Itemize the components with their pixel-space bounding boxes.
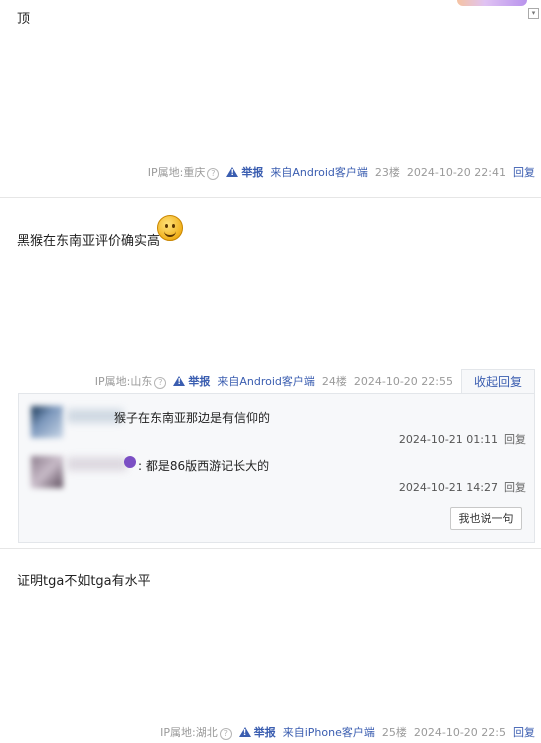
help-icon[interactable]: ? (219, 728, 232, 740)
collapse-replies-button[interactable]: 收起回复 (461, 369, 535, 395)
username-blurred[interactable] (67, 457, 127, 471)
reply-time: 2024-10-21 14:27 回复 (398, 481, 526, 494)
post-divider (0, 548, 541, 549)
report-button[interactable]: 举报 (173, 373, 210, 389)
post-meta: IP属地:山东? 举报 来自Android客户端 24楼 2024-10-20 … (95, 372, 453, 390)
reply-button[interactable]: 回复 (504, 433, 526, 446)
floor-number: 25楼 (381, 726, 407, 739)
post-content: 顶 (17, 12, 31, 27)
help-icon[interactable]: ? (207, 168, 220, 180)
chevron-down-icon[interactable]: ▾ (528, 8, 539, 19)
post-content: 证明tga不如tga有水平 (17, 574, 151, 589)
post-divider (0, 197, 541, 198)
client-link[interactable]: 来自Android客户端 (270, 164, 368, 180)
devil-emoji-icon (124, 456, 136, 468)
top-banner-decoration (457, 0, 527, 6)
list-item: 猴子在东南亚那边是有信仰的 2024-10-21 01:11 回复 (31, 406, 526, 446)
avatar[interactable] (31, 406, 63, 438)
avatar[interactable] (31, 456, 63, 488)
post-time: 2024-10-20 22:5 (413, 725, 506, 739)
help-icon[interactable]: ? (154, 377, 167, 389)
floor-number: 23楼 (374, 166, 400, 179)
post-time: 2024-10-20 22:41 (406, 165, 506, 179)
reply-button[interactable]: 回复 (504, 481, 526, 494)
ip-location: IP属地:重庆? (148, 164, 220, 180)
add-reply-button[interactable]: 我也说一句 (450, 507, 522, 530)
post-meta: IP属地:湖北? 举报 来自iPhone客户端 25楼 2024-10-20 2… (160, 723, 535, 741)
ip-location: IP属地:山东? (95, 373, 167, 389)
reply-button[interactable]: 回复 (513, 164, 535, 180)
floor-number: 24楼 (321, 375, 347, 388)
warning-icon (226, 167, 239, 177)
post-meta: IP属地:重庆? 举报 来自Android客户端 23楼 2024-10-20 … (148, 163, 535, 181)
client-link[interactable]: 来自Android客户端 (217, 373, 315, 389)
list-item: : 都是86版西游记长大的 2024-10-21 14:27 回复 (31, 454, 526, 494)
reply-button[interactable]: 回复 (513, 724, 535, 740)
warning-icon (173, 376, 186, 386)
reply-list: 猴子在东南亚那边是有信仰的 2024-10-21 01:11 回复 : 都是86版… (18, 393, 535, 543)
report-button[interactable]: 举报 (238, 724, 276, 740)
ip-location: IP属地:湖北? (160, 724, 232, 740)
reply-text: 猴子在东南亚那边是有信仰的 (114, 411, 271, 425)
client-link[interactable]: 来自iPhone客户端 (283, 724, 375, 740)
reply-text: : 都是86版西游记长大的 (138, 459, 270, 473)
post-time: 2024-10-20 22:55 (353, 374, 453, 388)
smile-emoji-icon (157, 215, 183, 241)
reply-time: 2024-10-21 01:11 回复 (398, 433, 526, 446)
post-content: 黑猴在东南亚评价确实高 (17, 234, 161, 249)
warning-icon (238, 727, 251, 737)
report-button[interactable]: 举报 (226, 164, 263, 180)
